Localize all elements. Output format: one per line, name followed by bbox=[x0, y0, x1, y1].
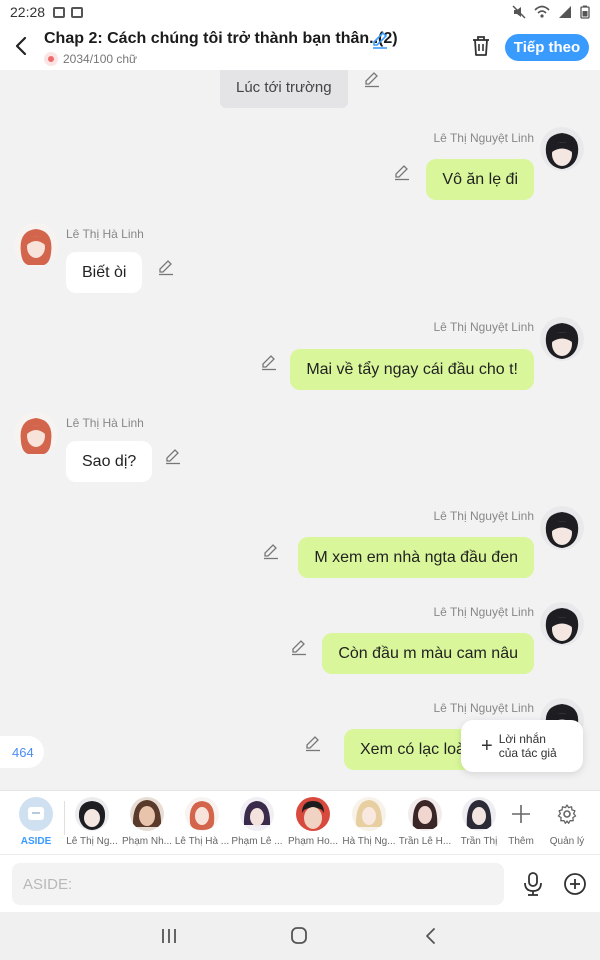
gear-icon bbox=[550, 797, 584, 831]
edit-icon[interactable] bbox=[157, 258, 175, 276]
avatar bbox=[352, 797, 386, 831]
avatar[interactable] bbox=[14, 412, 58, 456]
avatar[interactable] bbox=[540, 127, 584, 171]
character-label: Lê Thị Hà ... bbox=[174, 836, 230, 847]
manage-label: Quản lý bbox=[549, 836, 585, 847]
input-bar bbox=[0, 854, 600, 912]
status-time: 22:28 bbox=[10, 4, 46, 20]
character-label: Hà Thị Ng... bbox=[342, 836, 396, 847]
character-item[interactable]: Phạm Ho... bbox=[285, 797, 341, 847]
manage-button[interactable]: Quản lý bbox=[544, 797, 590, 847]
speaker-name: Lê Thị Nguyệt Linh bbox=[433, 320, 534, 334]
avatar[interactable] bbox=[540, 506, 584, 550]
message-bubble[interactable]: Mai về tẩy ngay cái đầu cho t! bbox=[290, 349, 534, 390]
edit-icon[interactable] bbox=[393, 163, 411, 181]
author-note-line1: Lời nhắn bbox=[498, 732, 546, 746]
word-count-row: 2034/100 chữ bbox=[44, 52, 137, 66]
signal-icon bbox=[559, 6, 571, 18]
notification-icon bbox=[71, 6, 84, 18]
wifi-icon bbox=[534, 5, 550, 18]
record-dot-icon bbox=[44, 52, 58, 66]
more-label: Thêm bbox=[508, 836, 534, 847]
add-circle-icon[interactable] bbox=[563, 872, 587, 896]
speaker-name: Lê Thị Nguyệt Linh bbox=[433, 701, 534, 715]
aside-icon bbox=[19, 797, 53, 831]
author-note-line2: của tác giả bbox=[498, 746, 557, 760]
message-counter[interactable]: 464 bbox=[0, 736, 44, 768]
microphone-icon[interactable] bbox=[522, 871, 544, 897]
message-bubble[interactable]: Sao dị? bbox=[66, 441, 153, 482]
avatar bbox=[240, 797, 274, 831]
gallery-icon bbox=[53, 6, 66, 18]
message-bubble[interactable]: Vô ăn lẹ đi bbox=[426, 159, 534, 200]
next-button[interactable]: Tiếp theo bbox=[505, 34, 589, 61]
battery-icon bbox=[580, 5, 590, 19]
avatar bbox=[408, 797, 442, 831]
edit-icon[interactable] bbox=[290, 638, 308, 656]
avatar bbox=[130, 797, 164, 831]
avatar bbox=[296, 797, 330, 831]
speaker-name: Lê Thị Nguyệt Linh bbox=[433, 509, 534, 523]
chapter-title[interactable]: Chap 2: Cách chúng tôi trở thành bạn thâ… bbox=[44, 30, 398, 48]
edit-icon[interactable] bbox=[260, 353, 278, 371]
avatar[interactable] bbox=[14, 223, 58, 267]
chapter-header: Chap 2: Cách chúng tôi trở thành bạn thâ… bbox=[0, 24, 600, 70]
character-item[interactable]: Trần Lê H... bbox=[397, 797, 453, 847]
recent-apps-icon[interactable] bbox=[157, 926, 181, 946]
edit-title-icon[interactable] bbox=[370, 30, 390, 50]
edit-icon[interactable] bbox=[164, 447, 182, 465]
add-character-button[interactable]: Thêm bbox=[498, 797, 544, 847]
edit-icon[interactable] bbox=[262, 542, 280, 560]
home-icon[interactable] bbox=[287, 926, 311, 946]
system-nav-bar bbox=[0, 912, 600, 960]
character-item[interactable]: Phạm Nh... bbox=[119, 797, 175, 847]
message-bubble[interactable]: M xem em nhà ngta đầu đen bbox=[298, 537, 534, 578]
character-label: Lê Thị Ng... bbox=[66, 836, 118, 847]
edit-icon[interactable] bbox=[304, 734, 322, 752]
mute-icon bbox=[512, 5, 526, 19]
trash-icon[interactable] bbox=[470, 34, 492, 58]
character-label: Phạm Nh... bbox=[121, 836, 173, 847]
nav-back-icon[interactable] bbox=[419, 926, 443, 946]
character-label: Phạm Ho... bbox=[287, 836, 339, 847]
character-item[interactable]: Phạm Lê ... bbox=[229, 797, 285, 847]
character-bar: ASIDE Lê Thị Ng... Phạm Nh... Lê Thị Hà … bbox=[0, 790, 600, 854]
status-bar: 22:28 bbox=[0, 0, 600, 24]
plus-icon bbox=[504, 797, 538, 831]
character-item[interactable]: Lê Thị Hà ... bbox=[174, 797, 230, 847]
character-label: Trần Lê H... bbox=[398, 836, 452, 847]
message-bubble[interactable]: Biết òi bbox=[66, 252, 143, 293]
author-note-button[interactable]: + Lời nhắn của tác giả bbox=[461, 720, 583, 772]
message-input[interactable] bbox=[12, 863, 504, 905]
speaker-name: Lê Thị Hà Linh bbox=[66, 416, 144, 430]
speaker-name: Lê Thị Hà Linh bbox=[66, 227, 144, 241]
avatar bbox=[462, 797, 496, 831]
avatar[interactable] bbox=[540, 317, 584, 361]
speaker-name: Lê Thị Nguyệt Linh bbox=[433, 605, 534, 619]
avatar bbox=[75, 797, 109, 831]
character-label: Phạm Lê ... bbox=[231, 836, 283, 847]
back-arrow-icon[interactable] bbox=[10, 34, 34, 58]
avatar[interactable] bbox=[540, 602, 584, 646]
message-bubble[interactable]: Còn đầu m màu cam nâu bbox=[322, 633, 534, 674]
character-item[interactable]: Lê Thị Ng... bbox=[64, 797, 120, 847]
character-label: ASIDE bbox=[20, 836, 52, 847]
word-count: 2034/100 chữ bbox=[63, 52, 138, 66]
character-item[interactable]: Hà Thị Ng... bbox=[341, 797, 397, 847]
avatar bbox=[185, 797, 219, 831]
plus-icon: + bbox=[481, 735, 493, 757]
speaker-name: Lê Thị Nguyệt Linh bbox=[433, 131, 534, 145]
character-aside[interactable]: ASIDE bbox=[8, 797, 64, 847]
edit-icon[interactable] bbox=[363, 70, 381, 88]
chat-area[interactable]: Lúc tới trường Lê Thị Nguyệt Linh Vô ăn … bbox=[0, 70, 600, 790]
narration-bubble[interactable]: Lúc tới trường bbox=[220, 70, 348, 108]
